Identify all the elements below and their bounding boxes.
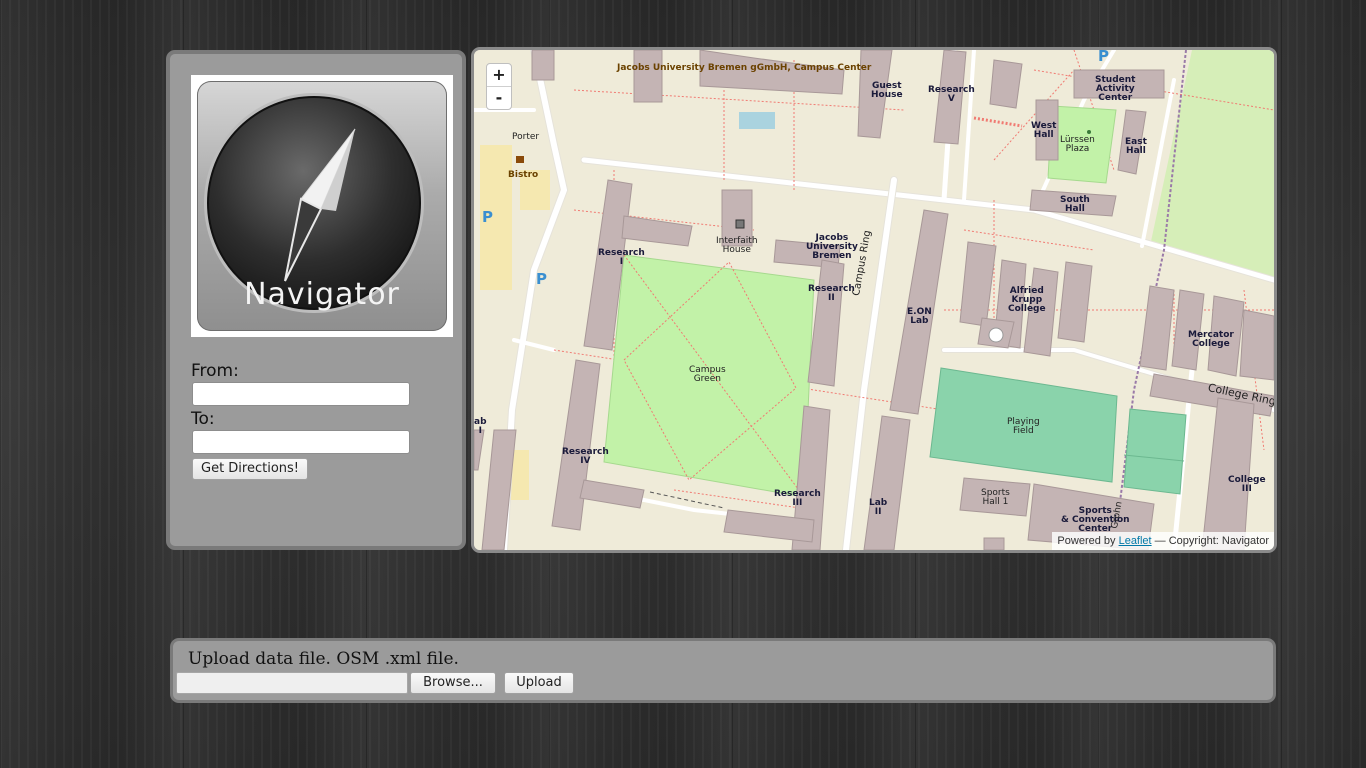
map-label-west-hall: West Hall	[1031, 121, 1057, 140]
map-label-research-iii: Research III	[774, 489, 821, 508]
map-label-eon-lab: E.ON Lab	[907, 307, 932, 326]
map-label-research-iv: Research IV	[562, 447, 609, 466]
map-label-campus-center: Jacobs University Bremen gGmbH, Campus C…	[617, 63, 872, 73]
map-attribution: Powered by Leaflet — Copyright: Navigato…	[1052, 532, 1274, 550]
map-label-lab-i: ab I	[474, 417, 487, 436]
from-label: From:	[191, 361, 239, 381]
to-label: To:	[191, 409, 215, 429]
map-label-porter: Porter	[512, 132, 540, 142]
map-label-lab-ii: Lab II	[869, 498, 888, 517]
powered-by-text: Powered by	[1057, 535, 1119, 547]
map-label-research-v: Research V	[928, 85, 975, 104]
parking-icon: P	[482, 208, 493, 226]
map-label-playing-field: Playing Field	[1007, 417, 1040, 436]
map-label-bistro: Bistro	[508, 170, 539, 180]
upload-button[interactable]: Upload	[504, 672, 574, 694]
map-label-lurssen-plaza: Lürssen Plaza	[1060, 135, 1095, 154]
get-directions-button[interactable]: Get Directions!	[192, 458, 309, 480]
zoom-control: + -	[486, 63, 512, 110]
navigator-panel: Navigator From: To: Get Directions!	[166, 50, 466, 550]
to-input[interactable]	[192, 430, 410, 454]
navigator-logo: Navigator	[191, 75, 453, 337]
from-input[interactable]	[192, 382, 410, 406]
leaflet-link[interactable]: Leaflet	[1119, 535, 1152, 547]
map-tiles[interactable]	[474, 50, 1274, 550]
map-view[interactable]: Jacobs University Bremen gGmbH, Campus C…	[471, 47, 1277, 553]
map-label-campus-green: Campus Green	[689, 365, 726, 384]
upload-description: Upload data file. OSM .xml file.	[188, 649, 459, 669]
logo-tile: Navigator	[197, 81, 447, 331]
map-label-east-hall: East Hall	[1125, 137, 1147, 156]
upload-panel: Upload data file. OSM .xml file. Browse.…	[170, 638, 1276, 703]
zoom-out-button[interactable]: -	[487, 87, 511, 109]
map-label-college-iii: College III	[1228, 475, 1266, 494]
map-label-research-ii: Research II	[808, 284, 855, 303]
map-label-mercator-college: Mercator College	[1188, 330, 1234, 349]
map-label-research-i: Research I	[598, 248, 645, 267]
map-label-student-activity-center: Student Activity Center	[1095, 75, 1136, 103]
map-label-south-hall: South Hall	[1060, 195, 1090, 214]
browse-button[interactable]: Browse...	[410, 672, 496, 694]
logo-text: Navigator	[244, 277, 400, 312]
file-path-field[interactable]	[176, 672, 408, 694]
zoom-in-button[interactable]: +	[487, 64, 511, 87]
copyright-text: — Copyright: Navigator	[1151, 535, 1269, 547]
map-label-alfried-krupp-college: Alfried Krupp College	[1008, 286, 1046, 314]
map-label-interfaith-house: Interfaith House	[716, 236, 758, 255]
map-label-jacobs-university-bremen: Jacobs University Bremen	[806, 233, 858, 261]
parking-icon: P	[1098, 47, 1109, 65]
cafe-icon	[516, 156, 524, 163]
map-label-sports-hall-1: Sports Hall 1	[981, 488, 1010, 507]
parking-icon: P	[536, 270, 547, 288]
map-label-guest-house: Guest House	[871, 81, 903, 100]
